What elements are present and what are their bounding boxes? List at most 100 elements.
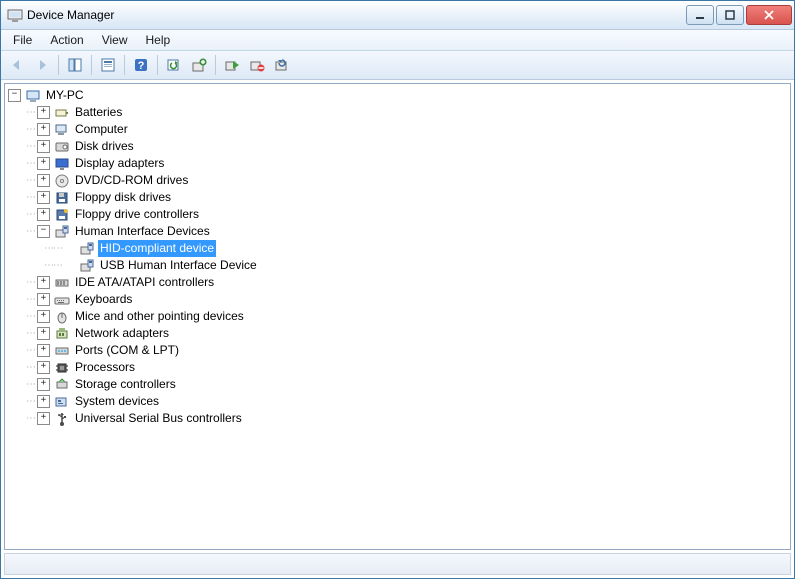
menu-action[interactable]: Action [42,32,91,48]
expander-spacer: · [64,243,75,254]
tree-category-node[interactable]: ⋯ + Computer [26,121,787,138]
display-icon [54,156,70,172]
app-icon [7,7,23,23]
tree-root-label: MY-PC [44,87,86,104]
svg-text:?: ? [138,60,145,72]
computer-icon [25,88,41,104]
tree-node-label: HID-compliant device [98,240,216,257]
help-button[interactable]: ? [129,53,153,77]
cpu-icon [54,360,70,376]
tree-node-label: Batteries [73,104,124,121]
tree-category-node[interactable]: ⋯ + Batteries [26,104,787,121]
tree-line: ⋯ [26,342,35,359]
expand-icon[interactable]: + [37,191,50,204]
uninstall-button[interactable] [270,53,294,77]
expand-icon[interactable]: + [37,293,50,306]
expand-icon[interactable]: + [37,106,50,119]
tree-node-label: Storage controllers [73,376,178,393]
tree-node-label: Mice and other pointing devices [73,308,246,325]
tree-category-node[interactable]: ⋯ + Floppy disk drives [26,189,787,206]
minimize-button[interactable] [686,5,714,25]
toolbar-separator [215,55,216,75]
computer-icon [54,122,70,138]
expand-icon[interactable]: + [37,208,50,221]
tree-line: ⋯ [26,359,35,376]
tree-category-node[interactable]: ⋯ + Network adapters [26,325,787,342]
tree-line: ⋯ [26,410,35,427]
expand-icon[interactable]: + [37,157,50,170]
tree-category-node[interactable]: ⋯ + Mice and other pointing devices [26,308,787,325]
toolbar: ? [1,51,794,80]
expand-icon[interactable]: + [37,412,50,425]
close-button[interactable] [746,5,792,25]
menu-view[interactable]: View [94,32,136,48]
update-driver-button[interactable] [187,53,211,77]
refresh-button[interactable] [162,53,186,77]
tree-category-node[interactable]: ⋯ + Display adapters [26,155,787,172]
tree-line: ⋯ [26,376,35,393]
tree-category-node[interactable]: ⋯ + Processors [26,359,787,376]
tree-category-node[interactable]: ⋯ + Universal Serial Bus controllers [26,410,787,427]
tree-node-label: Display adapters [73,155,166,172]
expand-icon[interactable]: + [37,123,50,136]
device-manager-window: Device Manager File Action View Help ? −… [0,0,795,579]
tree-node-label: Network adapters [73,325,171,342]
collapse-icon[interactable]: − [37,225,50,238]
expand-icon[interactable]: + [37,395,50,408]
menubar: File Action View Help [1,30,794,51]
expand-icon[interactable]: + [37,140,50,153]
device-tree[interactable]: − MY-PC ⋯ + Batteries ⋯ + Computer ⋯ + D… [4,83,791,550]
console-tree-button[interactable] [63,53,87,77]
statusbar [4,553,791,575]
maximize-button[interactable] [716,5,744,25]
expand-icon[interactable]: + [37,378,50,391]
expand-icon[interactable]: + [37,361,50,374]
titlebar: Device Manager [1,1,794,30]
menu-file[interactable]: File [5,32,40,48]
window-title: Device Manager [27,8,684,22]
properties-button[interactable] [96,53,120,77]
tree-line: ⋯ [26,121,35,138]
tree-node-label: DVD/CD-ROM drives [73,172,190,189]
forward-button[interactable] [30,53,54,77]
tree-category-node[interactable]: ⋯ + IDE ATA/ATAPI controllers [26,274,787,291]
cdrom-icon [54,173,70,189]
tree-category-node[interactable]: ⋯ + Keyboards [26,291,787,308]
disable-button[interactable] [245,53,269,77]
hid-icon [54,224,70,240]
back-button[interactable] [5,53,29,77]
expand-icon[interactable]: + [37,174,50,187]
network-icon [54,326,70,342]
tree-category-node[interactable]: ⋯ + Disk drives [26,138,787,155]
expand-icon[interactable]: + [37,344,50,357]
usb-icon [54,411,70,427]
expand-icon[interactable]: + [37,327,50,340]
tree-category-node[interactable]: ⋯ + Floppy drive controllers [26,206,787,223]
tree-category-node[interactable]: ⋯ + DVD/CD-ROM drives [26,172,787,189]
tree-node-label: Floppy disk drives [73,189,173,206]
tree-node-label: Processors [73,359,137,376]
tree-category-node[interactable]: ⋯ + System devices [26,393,787,410]
tree-line: ⋯ [26,393,35,410]
tree-line: ⋯ [26,138,35,155]
floppy-icon [54,190,70,206]
toolbar-separator [91,55,92,75]
hid-icon [79,258,95,274]
tree-line: ⋯ [26,223,35,240]
collapse-icon[interactable]: − [8,89,21,102]
menu-help[interactable]: Help [138,32,179,48]
expand-icon[interactable]: + [37,310,50,323]
tree-line: ⋯ [26,274,35,291]
tree-line: ⋯ [26,172,35,189]
ide-icon [54,275,70,291]
tree-line: ⋯ [26,308,35,325]
enable-button[interactable] [220,53,244,77]
tree-category-node[interactable]: ⋯ + Ports (COM & LPT) [26,342,787,359]
tree-device-node[interactable]: ⋯⋯ · HID-compliant device [44,240,787,257]
tree-device-node[interactable]: ⋯⋯ · USB Human Interface Device [44,257,787,274]
floppy-ctrl-icon [54,207,70,223]
tree-category-node[interactable]: ⋯ + Storage controllers [26,376,787,393]
tree-root-node[interactable]: − MY-PC [8,87,787,104]
expand-icon[interactable]: + [37,276,50,289]
tree-category-node[interactable]: ⋯ − Human Interface Devices [26,223,787,240]
